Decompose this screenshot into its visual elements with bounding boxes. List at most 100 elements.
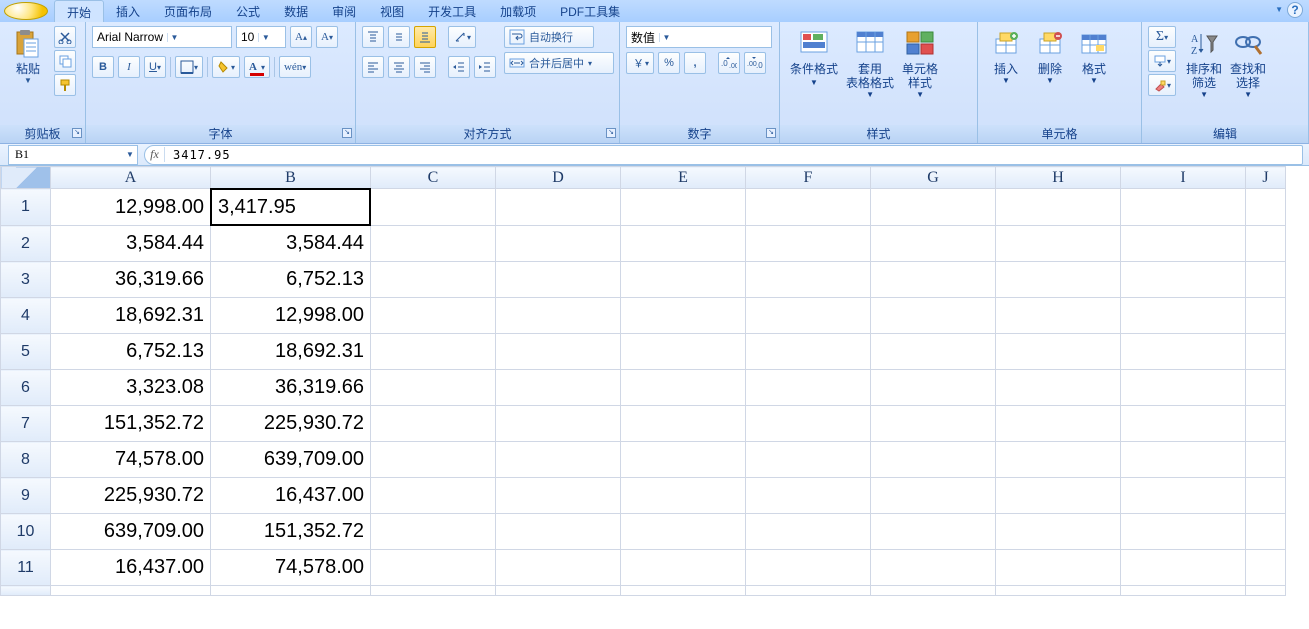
cell-E1[interactable]	[621, 189, 746, 226]
sort-filter-button[interactable]: AZ 排序和 筛选▼	[1182, 26, 1226, 101]
format-painter-button[interactable]	[54, 74, 76, 96]
clear-button[interactable]: ▾	[1148, 74, 1176, 96]
row-header-5[interactable]: 5	[1, 334, 51, 370]
shrink-font-button[interactable]: A▾	[316, 26, 338, 48]
select-all-corner[interactable]	[1, 167, 51, 189]
cell-C5[interactable]	[371, 334, 496, 370]
cell-D11[interactable]	[496, 550, 621, 586]
merge-center-button[interactable]: 合并后居中▾	[504, 52, 614, 74]
cell-B5[interactable]: 18,692.31	[211, 334, 371, 370]
cell-F10[interactable]	[746, 514, 871, 550]
row-header-4[interactable]: 4	[1, 298, 51, 334]
cell-C9[interactable]	[371, 478, 496, 514]
delete-cells-button[interactable]: 删除▼	[1028, 26, 1072, 87]
cell-B3[interactable]: 6,752.13	[211, 262, 371, 298]
decrease-indent-button[interactable]	[448, 56, 470, 78]
cell-E7[interactable]	[621, 406, 746, 442]
column-header-H[interactable]: H	[996, 167, 1121, 189]
cell-C1[interactable]	[371, 189, 496, 226]
fill-color-button[interactable]: ▾	[212, 56, 240, 78]
help-button[interactable]: ?	[1287, 2, 1303, 18]
cell-E4[interactable]	[621, 298, 746, 334]
number-dialog-launcher[interactable]: ↘	[766, 128, 776, 138]
cell-E2[interactable]	[621, 226, 746, 262]
wrap-text-button[interactable]: 自动换行	[504, 26, 594, 48]
cell-I2[interactable]	[1121, 226, 1246, 262]
cell-E10[interactable]	[621, 514, 746, 550]
cell-J10[interactable]	[1246, 514, 1286, 550]
cell-H3[interactable]	[996, 262, 1121, 298]
decrease-decimal-button[interactable]: .00.0	[744, 52, 766, 74]
cell-J9[interactable]	[1246, 478, 1286, 514]
cell-D4[interactable]	[496, 298, 621, 334]
cell-I9[interactable]	[1121, 478, 1246, 514]
cell-E8[interactable]	[621, 442, 746, 478]
column-header-E[interactable]: E	[621, 167, 746, 189]
cell-I7[interactable]	[1121, 406, 1246, 442]
cell-C11[interactable]	[371, 550, 496, 586]
cell-A8[interactable]: 74,578.00	[51, 442, 211, 478]
cell-E11[interactable]	[621, 550, 746, 586]
border-button[interactable]: ▾	[175, 56, 203, 78]
paste-button[interactable]: 粘贴 ▼	[6, 26, 50, 87]
row-header-8[interactable]: 8	[1, 442, 51, 478]
format-cells-button[interactable]: 格式▼	[1072, 26, 1116, 87]
cell-D6[interactable]	[496, 370, 621, 406]
help-dropdown-icon[interactable]: ▼	[1275, 5, 1283, 14]
cell-D3[interactable]	[496, 262, 621, 298]
column-header-A[interactable]: A	[51, 167, 211, 189]
cell-G3[interactable]	[871, 262, 996, 298]
cell-J7[interactable]	[1246, 406, 1286, 442]
cell-J1[interactable]	[1246, 189, 1286, 226]
office-orb[interactable]	[4, 2, 48, 20]
ribbon-tab-5[interactable]: 审阅	[320, 0, 368, 22]
cell-A5[interactable]: 6,752.13	[51, 334, 211, 370]
cell-E5[interactable]	[621, 334, 746, 370]
find-select-button[interactable]: 查找和 选择▼	[1226, 26, 1270, 101]
cell-F8[interactable]	[746, 442, 871, 478]
cell-F6[interactable]	[746, 370, 871, 406]
cell-I3[interactable]	[1121, 262, 1246, 298]
cell-C4[interactable]	[371, 298, 496, 334]
cell-H7[interactable]	[996, 406, 1121, 442]
cell-J2[interactable]	[1246, 226, 1286, 262]
cell-A3[interactable]: 36,319.66	[51, 262, 211, 298]
cell-C2[interactable]	[371, 226, 496, 262]
cell-F4[interactable]	[746, 298, 871, 334]
column-header-C[interactable]: C	[371, 167, 496, 189]
cell-H2[interactable]	[996, 226, 1121, 262]
cell-A7[interactable]: 151,352.72	[51, 406, 211, 442]
format-as-table-button[interactable]: 套用 表格格式▼	[842, 26, 898, 101]
cell-B4[interactable]: 12,998.00	[211, 298, 371, 334]
cell-I4[interactable]	[1121, 298, 1246, 334]
number-format-select[interactable]: 数值▼	[626, 26, 772, 48]
increase-indent-button[interactable]	[474, 56, 496, 78]
cell-B7[interactable]: 225,930.72	[211, 406, 371, 442]
row-header-3[interactable]: 3	[1, 262, 51, 298]
formula-input[interactable]: fx 3417.95	[144, 145, 1303, 165]
cell-B8[interactable]: 639,709.00	[211, 442, 371, 478]
cell-H11[interactable]	[996, 550, 1121, 586]
cell-F5[interactable]	[746, 334, 871, 370]
cell-A1[interactable]: 12,998.00	[51, 189, 211, 226]
cell-J5[interactable]	[1246, 334, 1286, 370]
insert-cells-button[interactable]: 插入▼	[984, 26, 1028, 87]
cell-H10[interactable]	[996, 514, 1121, 550]
cell-D9[interactable]	[496, 478, 621, 514]
cell-G8[interactable]	[871, 442, 996, 478]
cell-B10[interactable]: 151,352.72	[211, 514, 371, 550]
ribbon-tab-3[interactable]: 公式	[224, 0, 272, 22]
cell-I6[interactable]	[1121, 370, 1246, 406]
cell-D1[interactable]	[496, 189, 621, 226]
cell-C10[interactable]	[371, 514, 496, 550]
cell-I5[interactable]	[1121, 334, 1246, 370]
cell-B9[interactable]: 16,437.00	[211, 478, 371, 514]
align-middle-button[interactable]	[388, 26, 410, 48]
row-header-11[interactable]: 11	[1, 550, 51, 586]
cell-F11[interactable]	[746, 550, 871, 586]
cell-C7[interactable]	[371, 406, 496, 442]
bold-button[interactable]: B	[92, 56, 114, 78]
column-header-G[interactable]: G	[871, 167, 996, 189]
fx-icon[interactable]: fx	[145, 147, 165, 162]
cell-E9[interactable]	[621, 478, 746, 514]
